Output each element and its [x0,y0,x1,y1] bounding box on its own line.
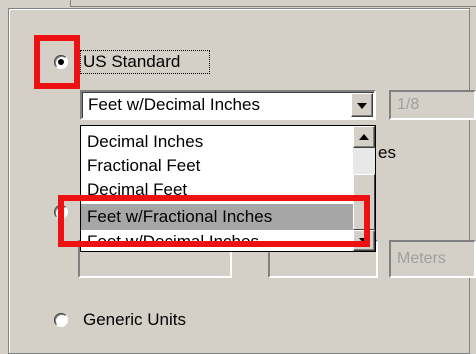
generic-units-radio[interactable] [54,313,68,327]
chevron-up-icon [359,134,369,140]
metric-units-value: Meters [397,250,446,267]
scroll-up-button[interactable] [353,126,375,148]
top-border [70,0,476,7]
list-item-fractional-feet[interactable]: Fractional Feet [87,156,200,176]
annotation-highlight-radio [34,35,80,89]
list-item-decimal-inches[interactable]: Decimal Inches [87,132,203,152]
fraction-value: 1/8 [397,96,420,113]
chevron-down-icon [357,103,367,109]
fraction-field[interactable]: 1/8 [389,90,476,120]
dropdown-button[interactable] [351,93,373,117]
partial-label: es [378,143,396,162]
us-units-dropdown[interactable]: Feet w/Decimal Inches [80,90,376,120]
top-border-corner [70,0,83,6]
focus-rect [80,50,210,74]
metric-units-field[interactable]: Meters [389,240,476,278]
dropdown-selected-value: Feet w/Decimal Inches [88,95,260,114]
generic-units-label[interactable]: Generic Units [83,310,186,330]
annotation-highlight-option [58,195,370,247]
